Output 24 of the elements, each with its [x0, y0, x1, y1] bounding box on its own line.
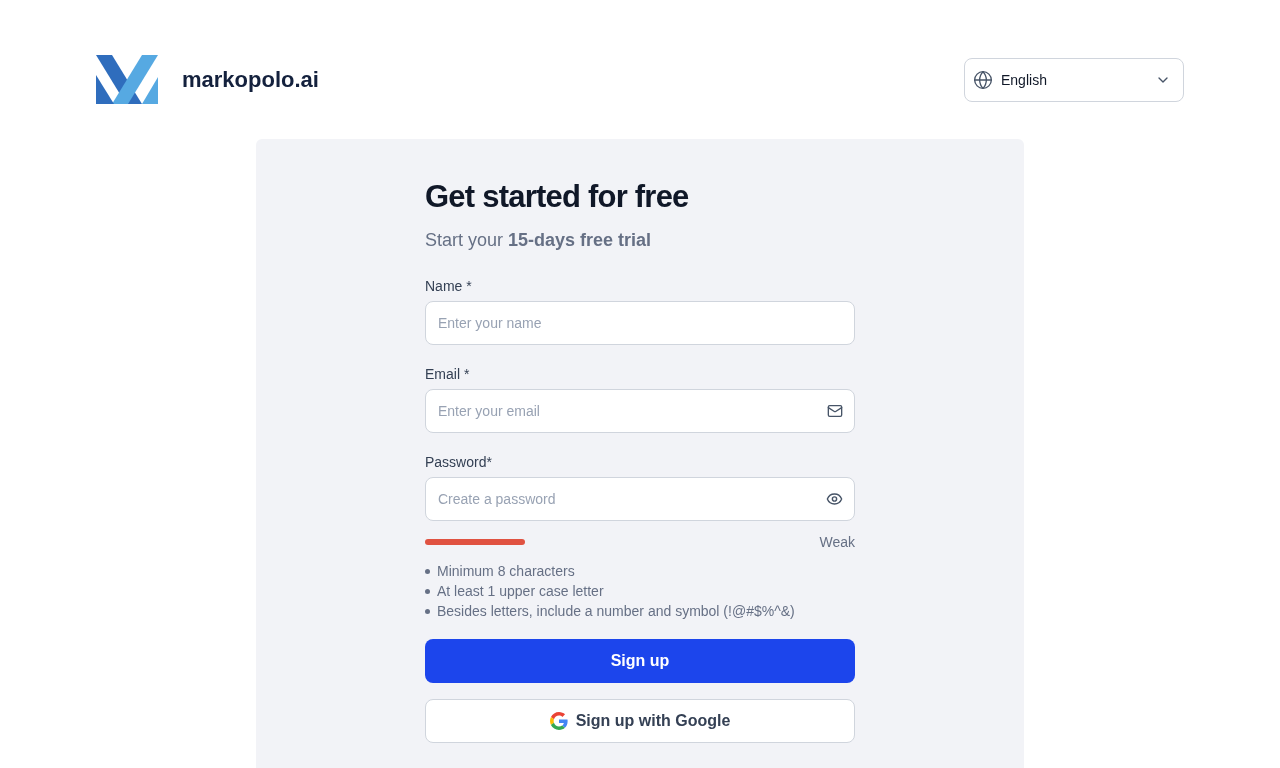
requirement-text: Besides letters, include a number and symbol (!@#$%^&)	[437, 602, 795, 621]
field-label: Name *	[425, 277, 473, 296]
bullet-icon	[425, 568, 430, 574]
language-select[interactable]: English	[964, 57, 1184, 102]
form-title: Get started for free	[425, 179, 690, 215]
google-g-icon	[549, 712, 568, 730]
globe-icon	[973, 69, 993, 90]
form-subtitle: Start your 15-days free trial	[425, 229, 653, 252]
eye-icon[interactable]	[826, 490, 843, 508]
input-field[interactable]: Enter your email	[425, 389, 855, 433]
password-strength-label: Weak	[819, 533, 855, 552]
input-field[interactable]: Enter your name	[425, 301, 855, 345]
input-field[interactable]: Create a password	[425, 477, 855, 521]
envelope-icon	[827, 403, 843, 419]
bullet-icon	[425, 608, 430, 614]
requirement-text: At least 1 upper case letter	[437, 582, 604, 601]
google-sign-up-button[interactable]: Sign up with Google	[425, 699, 855, 743]
requirement-text: Minimum 8 characters	[437, 562, 575, 581]
logo-wordmark: markopolo.ai	[182, 68, 319, 91]
logo-icon	[96, 55, 158, 104]
field-label: Email *	[425, 365, 471, 384]
sign-up-button[interactable]: Sign up	[425, 639, 855, 683]
bullet-icon	[425, 588, 430, 594]
field-label: Password*	[425, 453, 493, 472]
